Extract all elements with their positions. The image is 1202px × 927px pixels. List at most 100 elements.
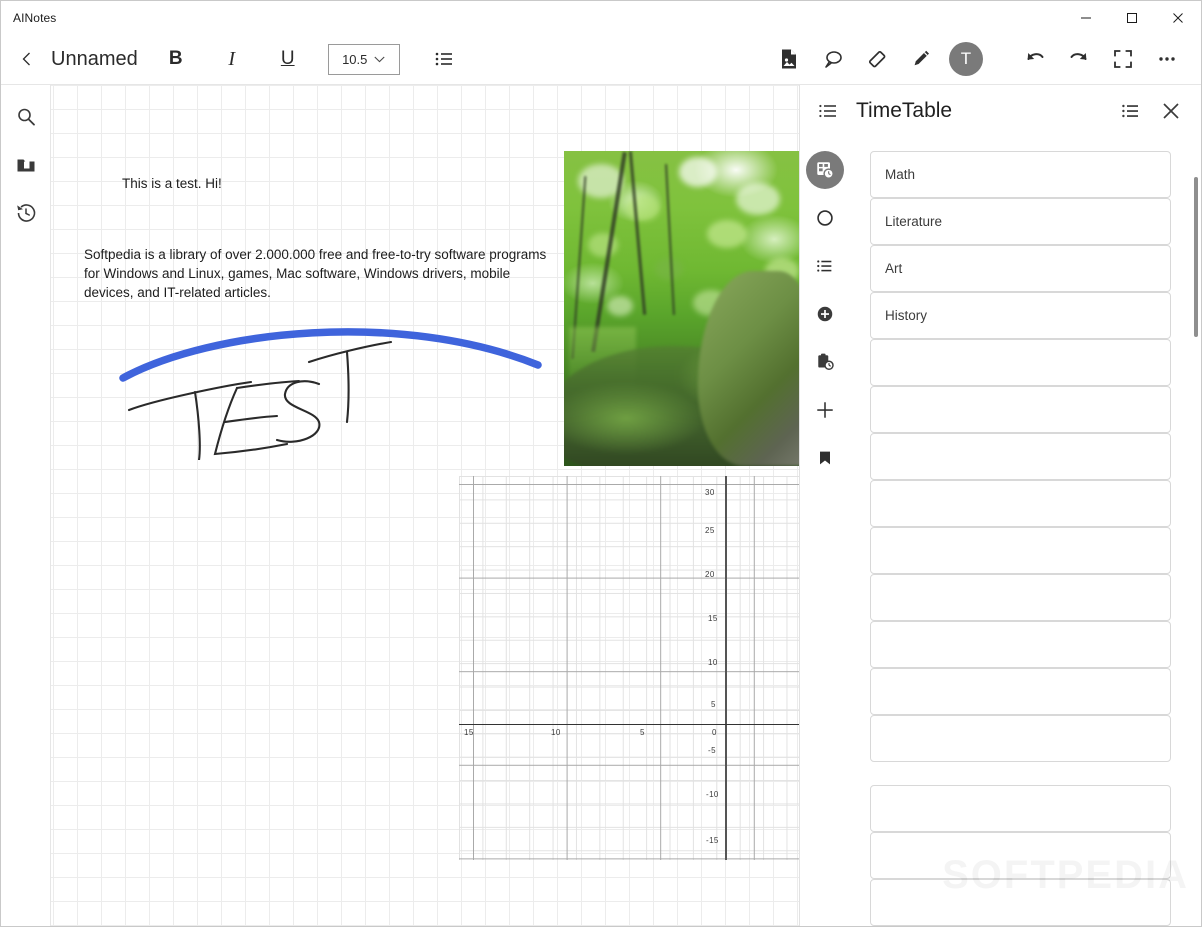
font-size-value: 10.5 [342,51,368,67]
bullet-list-icon [817,260,832,272]
ordered-list-icon [819,104,836,118]
timetable-slot[interactable] [870,574,1171,621]
close-button[interactable] [1155,1,1201,34]
fullscreen-icon [1114,50,1132,68]
note-text-line-1[interactable]: This is a test. Hi! [122,176,222,191]
search-icon [17,108,35,126]
more-options-button[interactable] [1145,37,1189,81]
x-tick: 15 [464,728,474,737]
timetable-slot[interactable] [870,433,1171,480]
sidebar-item-search[interactable] [6,97,46,137]
bullet-list-icon [1122,104,1138,118]
y-tick: 25 [705,526,715,535]
minimize-icon [1081,17,1091,18]
panel-menu-button[interactable] [1113,93,1149,129]
panel-list-toggle[interactable] [810,93,846,129]
rail-item-list[interactable] [806,247,844,285]
y-tick: 15 [708,614,718,623]
close-icon [1163,103,1179,119]
panel-header-actions [1113,93,1189,129]
sidebar-item-files[interactable] [6,145,46,185]
ellipsis-icon [1159,57,1175,61]
timetable-panel: TimeTable Math Literature Art History [799,85,1201,926]
graph-x-axis [459,724,799,725]
timetable-slot[interactable] [870,832,1171,879]
timetable-slot[interactable]: History [870,292,1171,339]
panel-scrollbar-thumb[interactable] [1194,177,1198,337]
timetable-slot[interactable] [870,386,1171,433]
panel-title: TimeTable [856,99,953,122]
left-sidebar [1,85,51,926]
x-tick: 5 [640,728,645,737]
panel-close-button[interactable] [1153,93,1189,129]
timetable-slot[interactable] [870,621,1171,668]
bold-button[interactable]: B [158,41,194,77]
timetable-slot[interactable] [870,715,1171,762]
text-tool-label: T [960,49,972,68]
bullet-list-button[interactable] [422,37,466,81]
graph-plot[interactable]: 30 25 20 15 10 5 -5 -10 -15 15 10 5 0 [459,476,799,860]
redo-icon [1070,53,1087,60]
timetable-slot[interactable] [870,785,1171,832]
note-paragraph[interactable]: Softpedia is a library of over 2.000.000… [84,245,554,302]
inserted-image[interactable] [564,151,799,466]
timetable-slot[interactable] [870,879,1171,926]
font-size-select[interactable]: 10.5 [327,43,400,75]
rail-item-add[interactable] [806,391,844,429]
note-canvas[interactable]: This is a test. Hi! Softpedia is a libra… [51,85,799,926]
rail-item-timetable[interactable] [806,151,844,189]
timetable-slot[interactable] [870,668,1171,715]
title-bar: AINotes [1,1,1201,34]
y-tick: -15 [706,836,719,845]
toolbar-right-group: T [767,37,1201,81]
y-tick: 30 [705,488,715,497]
pen-button[interactable] [899,37,943,81]
insert-image-button[interactable] [767,37,811,81]
ink-drawing[interactable] [71,300,591,460]
y-tick: 20 [705,570,715,579]
eraser-button[interactable] [855,37,899,81]
app-title: AINotes [13,10,57,25]
rail-item-circle[interactable] [806,199,844,237]
document-title[interactable]: Unnamed [51,48,138,71]
undo-button[interactable] [1013,37,1057,81]
rail-item-add-circle[interactable] [806,295,844,333]
eraser-icon [868,50,886,68]
timetable-clock-icon [817,162,834,179]
underline-button[interactable]: U [270,41,306,77]
y-tick: 5 [711,700,716,709]
image-file-icon [782,49,796,69]
panel-header: TimeTable [800,85,1201,137]
timetable-slot[interactable]: Math [870,151,1171,198]
plus-icon [817,402,833,418]
graph-coarse-grid [459,476,799,860]
text-tool-button[interactable]: T [949,42,983,76]
maximize-icon [1127,12,1137,23]
sidebar-item-history[interactable] [6,193,46,233]
timetable-slot[interactable] [870,527,1171,574]
comment-button[interactable] [811,37,855,81]
italic-button[interactable]: I [214,41,250,77]
redo-button[interactable] [1057,37,1101,81]
timetable-slot[interactable] [870,339,1171,386]
timetable-slot[interactable] [870,480,1171,527]
panel-body: Math Literature Art History [800,137,1201,926]
pen-icon [914,50,929,66]
clipboard-clock-icon [818,353,834,371]
close-icon [1173,12,1183,23]
y-tick: -10 [706,790,719,799]
plus-circle-icon [817,306,833,322]
panel-tool-rail [800,137,850,926]
x-tick: 10 [551,728,561,737]
timetable-slot[interactable]: Art [870,245,1171,292]
timetable-slot[interactable]: Literature [870,198,1171,245]
chevron-left-icon [22,52,30,66]
fullscreen-button[interactable] [1101,37,1145,81]
rail-item-clipboard-clock[interactable] [806,343,844,381]
maximize-button[interactable] [1109,1,1155,34]
back-button[interactable] [7,39,47,79]
timetable-slot-list[interactable]: Math Literature Art History [850,137,1201,926]
minimize-button[interactable] [1063,1,1109,34]
formatting-toolbar: Unnamed B I U 10.5 T [1,34,1201,85]
rail-item-bookmark[interactable] [806,439,844,477]
